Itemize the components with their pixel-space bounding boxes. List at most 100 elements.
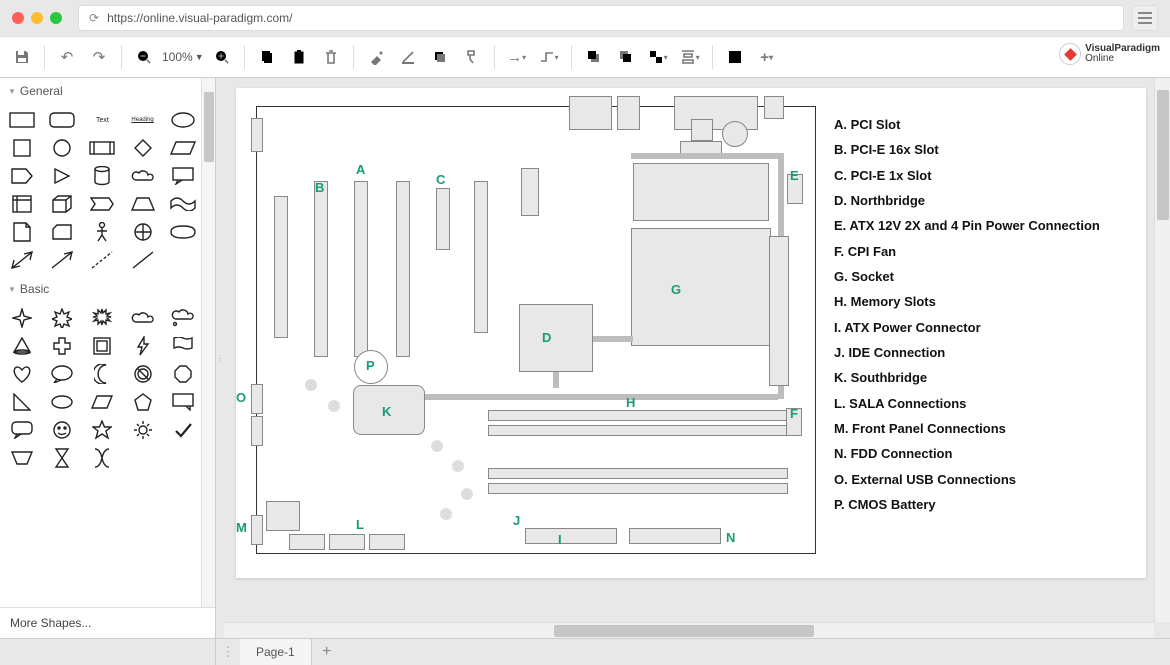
shape-star5[interactable]	[88, 420, 116, 440]
selection-mode-button[interactable]	[721, 43, 749, 71]
io-circle[interactable]	[722, 121, 748, 147]
sala-conn[interactable]	[369, 534, 405, 550]
shape-trapezoid[interactable]	[129, 194, 157, 214]
undo-button[interactable]: ↶	[53, 43, 81, 71]
shape-or[interactable]	[129, 222, 157, 242]
tab-drag-handle[interactable]: ⋮	[216, 644, 240, 660]
shape-hourglass[interactable]	[48, 448, 76, 468]
shape-circle[interactable]	[48, 138, 76, 158]
io-block[interactable]	[569, 96, 612, 130]
align-button[interactable]: ▾	[676, 43, 704, 71]
shape-frame[interactable]	[88, 336, 116, 356]
edge-connector[interactable]	[251, 416, 263, 446]
shape-cone[interactable]	[8, 336, 36, 356]
canvas-scrollbar-vertical[interactable]	[1154, 78, 1170, 622]
sala-conn[interactable]	[329, 534, 365, 550]
shape-no[interactable]	[129, 364, 157, 384]
shape-cylinder[interactable]	[88, 166, 116, 186]
diagram-paper[interactable]: O M A B C G D	[236, 88, 1146, 578]
copy-button[interactable]	[253, 43, 281, 71]
shape-x[interactable]	[88, 448, 116, 468]
shape-trap2[interactable]	[8, 448, 36, 468]
shape-callout[interactable]	[169, 166, 197, 186]
bottom-block[interactable]	[266, 501, 300, 531]
add-page-button[interactable]: +	[312, 639, 342, 665]
section-basic[interactable]: ▼ Basic	[0, 276, 215, 302]
shape-cube[interactable]	[48, 194, 76, 214]
shape-line[interactable]	[129, 250, 157, 270]
shape-star4[interactable]	[8, 308, 36, 328]
shape-heart[interactable]	[8, 364, 36, 384]
pci-slot[interactable]	[274, 196, 288, 338]
pci-slot[interactable]	[474, 181, 488, 333]
shape-and[interactable]	[169, 222, 197, 242]
canvas-scrollbar-horizontal[interactable]	[224, 622, 1154, 638]
atx-power[interactable]	[769, 236, 789, 386]
shape-dashed-line[interactable]	[88, 250, 116, 270]
northbridge[interactable]	[519, 304, 593, 372]
shape-rounded-rect[interactable]	[48, 110, 76, 130]
zoom-select[interactable]: 100% ▼	[162, 50, 204, 64]
connector-style-button[interactable]: → ▾	[503, 43, 531, 71]
format-painter-button[interactable]	[458, 43, 486, 71]
memory-slot[interactable]	[488, 468, 788, 479]
socket-top[interactable]	[633, 163, 769, 221]
shape-star6[interactable]	[48, 308, 76, 328]
shape-ellipse[interactable]	[169, 110, 197, 130]
shape-thought[interactable]	[169, 308, 197, 328]
shape-diamond[interactable]	[129, 138, 157, 158]
section-general[interactable]: ▼ General	[0, 78, 215, 104]
group-button[interactable]: ▾	[644, 43, 672, 71]
zoom-out-button[interactable]	[130, 43, 158, 71]
save-button[interactable]	[8, 43, 36, 71]
page-tab[interactable]: Page-1	[240, 639, 312, 665]
zoom-in-button[interactable]	[208, 43, 236, 71]
io-block[interactable]	[691, 119, 713, 141]
sala-conn[interactable]	[289, 534, 325, 550]
redo-button[interactable]: ↷	[85, 43, 113, 71]
shape-right-triangle[interactable]	[8, 392, 36, 412]
small-slot[interactable]	[521, 168, 539, 216]
shape-pentagon2[interactable]	[129, 392, 157, 412]
shape-speech[interactable]	[48, 364, 76, 384]
waypoint-style-button[interactable]: ▾	[535, 43, 563, 71]
pcie-16x-slot[interactable]	[314, 181, 328, 357]
shape-burst[interactable]	[88, 308, 116, 328]
shape-actor[interactable]	[88, 222, 116, 242]
scroll-thumb[interactable]	[1157, 90, 1169, 220]
io-block[interactable]	[674, 96, 758, 130]
shadow-button[interactable]	[426, 43, 454, 71]
fill-color-button[interactable]	[362, 43, 390, 71]
shape-smiley[interactable]	[48, 420, 76, 440]
socket[interactable]	[631, 228, 771, 346]
shape-card[interactable]	[48, 222, 76, 242]
memory-slot[interactable]	[488, 483, 788, 494]
shape-tape[interactable]	[169, 194, 197, 214]
shape-step[interactable]	[88, 194, 116, 214]
delete-button[interactable]	[317, 43, 345, 71]
shape-ellipse-speech[interactable]	[48, 392, 76, 412]
pci-slot[interactable]	[354, 181, 368, 357]
shape-rectangle[interactable]	[8, 110, 36, 130]
sidebar-scrollbar[interactable]	[201, 78, 215, 607]
shape-square[interactable]	[8, 138, 36, 158]
shape-cloud[interactable]	[129, 166, 157, 186]
insert-button[interactable]: + ▾	[753, 43, 781, 71]
shape-bidir-arrow[interactable]	[8, 250, 36, 270]
shape-round-callout[interactable]	[8, 420, 36, 440]
shape-parallelogram[interactable]	[169, 138, 197, 158]
shape-sun[interactable]	[129, 420, 157, 440]
memory-slot[interactable]	[488, 425, 788, 436]
io-block[interactable]	[764, 96, 784, 119]
canvas[interactable]: O M A B C G D	[224, 78, 1170, 638]
shape-flag[interactable]	[169, 336, 197, 356]
splitter-handle[interactable]: ⋮	[216, 78, 224, 638]
maximize-window-icon[interactable]	[50, 12, 62, 24]
fdd-connector[interactable]	[629, 528, 721, 544]
to-front-button[interactable]	[580, 43, 608, 71]
shape-internal-storage[interactable]	[8, 194, 36, 214]
scroll-thumb[interactable]	[554, 625, 814, 637]
url-bar[interactable]: ⟳ https://online.visual-paradigm.com/	[78, 5, 1124, 31]
shape-cloud2[interactable]	[129, 308, 157, 328]
edge-connector[interactable]	[251, 118, 263, 152]
